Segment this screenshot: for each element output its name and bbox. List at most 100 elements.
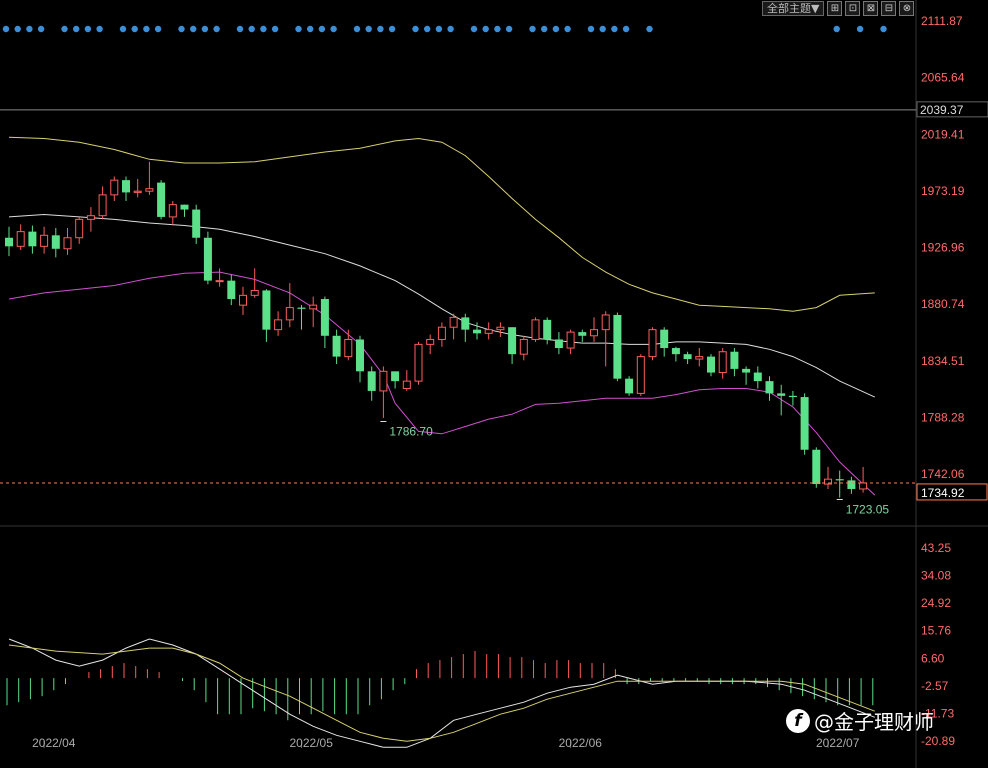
toolbar-button-layout[interactable]: ⊡ — [845, 1, 861, 16]
upper-band-line — [8, 136, 875, 312]
candle-body — [180, 204, 189, 210]
watermark: f @金子理财师 — [786, 706, 934, 735]
candle-body — [753, 372, 762, 382]
signal-dot — [424, 25, 431, 33]
watermark-text: @金子理财师 — [814, 710, 934, 734]
price-axis-tick: 2111.87 — [921, 14, 963, 28]
candle-body — [695, 356, 704, 360]
signal-dot — [529, 25, 536, 33]
candle-body — [449, 316, 458, 328]
candle-body — [110, 179, 119, 196]
candle-body — [812, 449, 821, 485]
macd-dea-line — [8, 644, 875, 742]
signal-dot — [213, 25, 220, 33]
candle-body — [75, 218, 84, 239]
candle-body — [40, 234, 49, 247]
toolbar-button-close[interactable]: ⊗ — [899, 1, 915, 16]
price-annotation: 1786.70 — [389, 424, 433, 438]
signal-dot — [96, 25, 103, 33]
candle-body — [578, 332, 587, 336]
candle-body — [168, 204, 177, 218]
signal-dot — [541, 25, 548, 33]
candle-body — [122, 180, 130, 193]
candle-body — [835, 479, 844, 481]
signal-dot — [646, 25, 653, 33]
candle-body — [63, 237, 72, 250]
signal-dot — [388, 25, 396, 33]
signal-dot — [377, 25, 384, 33]
candle-body — [765, 381, 774, 394]
signal-dot — [552, 25, 560, 33]
x-axis-tick: 2022/05 — [290, 736, 334, 750]
candle-body — [671, 348, 680, 355]
signal-dot — [353, 25, 361, 33]
signal-dot — [622, 25, 630, 33]
signal-dot — [307, 25, 314, 33]
signal-dot — [365, 25, 372, 33]
signal-dot — [119, 25, 127, 33]
candle-body — [484, 329, 493, 334]
signal-dot — [318, 25, 326, 33]
candle-body — [203, 237, 212, 281]
candle-body — [531, 319, 540, 340]
candle-body — [730, 351, 739, 369]
x-axis-tick: 2022/07 — [816, 736, 860, 750]
signal-dot — [587, 25, 595, 33]
candle-body — [777, 393, 786, 396]
reference-line-label: 2039.37 — [920, 103, 964, 117]
brand-logo-icon: f — [786, 708, 810, 733]
candle-body — [356, 339, 364, 372]
price-axis-tick: 1788.28 — [921, 411, 965, 425]
price-axis-tick: 1742.06 — [921, 467, 965, 481]
candle-body — [414, 343, 423, 382]
candle-body — [51, 235, 60, 249]
candle-body — [742, 368, 751, 373]
signal-dot — [201, 25, 209, 33]
signal-dot — [505, 25, 513, 33]
price-axis-tick: 2019.41 — [921, 127, 965, 141]
price-axis-tick: 1973.19 — [921, 184, 965, 198]
candle-body — [285, 307, 294, 321]
signal-dot — [295, 25, 302, 33]
candle-body — [5, 237, 13, 247]
lower-band-line — [8, 271, 876, 496]
candle-body — [660, 329, 669, 349]
macd-axis-tick: -20.89 — [921, 734, 955, 748]
candle-body — [98, 194, 107, 217]
candle-body — [519, 338, 528, 355]
signal-dot — [154, 25, 162, 33]
signal-dot — [412, 25, 419, 33]
candle-body — [847, 480, 856, 489]
theme-selector-button[interactable]: 全部主题▼ — [762, 1, 825, 16]
signal-dot — [470, 25, 478, 33]
candle-body — [215, 280, 224, 283]
signal-dot — [611, 25, 618, 33]
candle-body — [648, 329, 657, 358]
candle-body — [788, 395, 797, 398]
signal-dot — [37, 25, 45, 33]
candle-body — [157, 182, 166, 217]
signal-dot — [14, 25, 21, 33]
toolbar-button-crosshair[interactable]: ⊞ — [827, 1, 843, 16]
candle-body — [344, 338, 353, 358]
candle-body — [28, 231, 37, 247]
macd-axis-tick: 43.25 — [921, 541, 951, 555]
x-axis-tick: 2022/04 — [32, 736, 76, 750]
chart-canvas: 2039.37 2111.87 2065.64 2019.41 1973.19 1926.… — [0, 0, 988, 768]
signal-dot — [178, 25, 185, 33]
candle-body — [859, 482, 868, 490]
candle-body — [332, 335, 341, 357]
signal-dot — [856, 25, 864, 33]
signal-dot — [833, 25, 840, 33]
candle-body — [800, 397, 809, 450]
candle-body — [461, 317, 470, 330]
signal-dot — [447, 25, 454, 33]
toolbar-button-split[interactable]: ⊟ — [881, 1, 897, 16]
toolbar-button-zoom[interactable]: ⊠ — [863, 1, 879, 16]
signal-dot — [61, 25, 68, 33]
macd-axis-tick: -2.57 — [921, 679, 949, 693]
price-axis-tick: 1880.74 — [921, 297, 965, 311]
signal-dot — [190, 25, 197, 33]
candle-body — [554, 339, 563, 349]
candle-body — [320, 299, 329, 336]
